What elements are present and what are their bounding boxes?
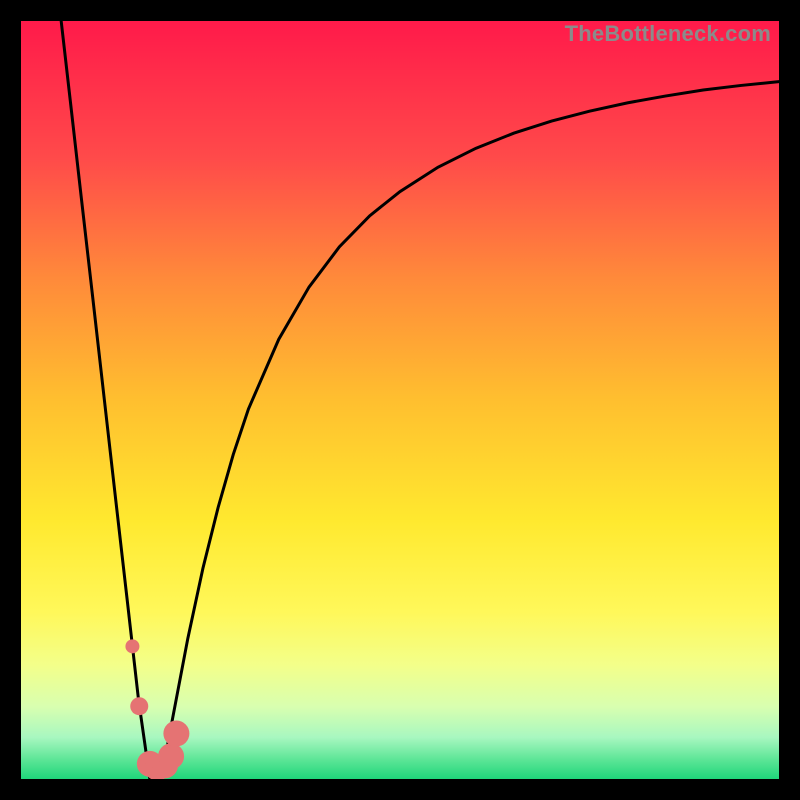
curve-right-branch xyxy=(161,82,779,779)
curve-layer xyxy=(21,21,779,779)
plot-area: TheBottleneck.com xyxy=(21,21,779,779)
marker-dot xyxy=(130,697,148,715)
marker-dot xyxy=(125,639,139,653)
chart-frame: TheBottleneck.com xyxy=(0,0,800,800)
marker-dot xyxy=(158,743,184,769)
marker-dot xyxy=(163,721,189,747)
curve-left-branch xyxy=(61,21,150,779)
